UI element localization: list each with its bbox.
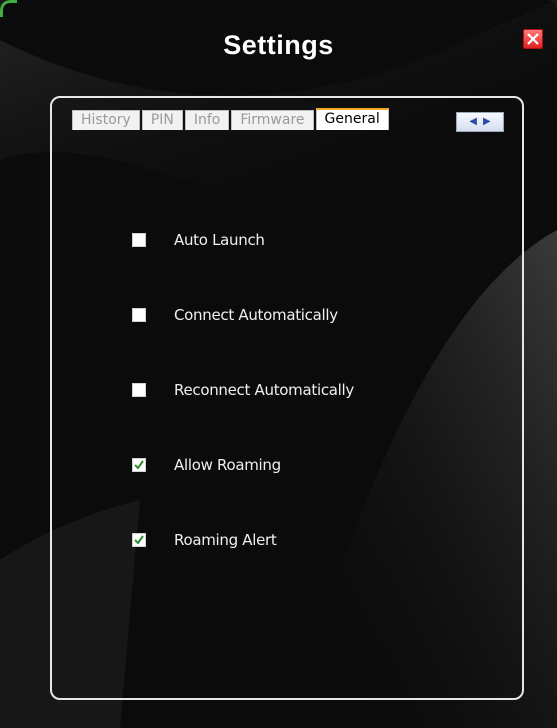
arrow-left-icon[interactable]: ◀ xyxy=(469,117,477,127)
roaming-alert-label: Roaming Alert xyxy=(174,531,277,549)
close-button[interactable] xyxy=(523,29,543,49)
check-icon xyxy=(134,460,144,470)
option-connect-automatically: Connect Automatically xyxy=(132,306,338,324)
tab-firmware[interactable]: Firmware xyxy=(231,110,314,130)
option-roaming-alert: Roaming Alert xyxy=(132,531,277,549)
connect-automatically-label: Connect Automatically xyxy=(174,306,338,324)
tab-general[interactable]: General xyxy=(315,108,389,130)
allow-roaming-checkbox[interactable] xyxy=(132,458,146,472)
close-icon xyxy=(527,33,539,45)
auto-launch-checkbox[interactable] xyxy=(132,233,146,247)
settings-window: Settings History PIN Info Firmware Gener… xyxy=(0,0,557,728)
window-title: Settings xyxy=(223,30,334,60)
option-reconnect-automatically: Reconnect Automatically xyxy=(132,381,354,399)
roaming-alert-checkbox[interactable] xyxy=(132,533,146,547)
option-allow-roaming: Allow Roaming xyxy=(132,456,281,474)
option-auto-launch: Auto Launch xyxy=(132,231,265,249)
tab-info[interactable]: Info xyxy=(184,110,230,130)
tab-bar: History PIN Info Firmware General xyxy=(72,108,391,130)
arrow-right-icon[interactable]: ▶ xyxy=(483,117,491,127)
auto-launch-label: Auto Launch xyxy=(174,231,265,249)
reconnect-automatically-checkbox[interactable] xyxy=(132,383,146,397)
tab-pin[interactable]: PIN xyxy=(141,110,183,130)
allow-roaming-label: Allow Roaming xyxy=(174,456,281,474)
window-corner-accent xyxy=(0,0,17,17)
check-icon xyxy=(134,535,144,545)
tab-scroll-control: ◀ ▶ xyxy=(456,112,504,132)
settings-panel: History PIN Info Firmware General ◀ ▶ Au… xyxy=(50,96,524,700)
reconnect-automatically-label: Reconnect Automatically xyxy=(174,381,354,399)
connect-automatically-checkbox[interactable] xyxy=(132,308,146,322)
tab-history[interactable]: History xyxy=(72,110,140,130)
